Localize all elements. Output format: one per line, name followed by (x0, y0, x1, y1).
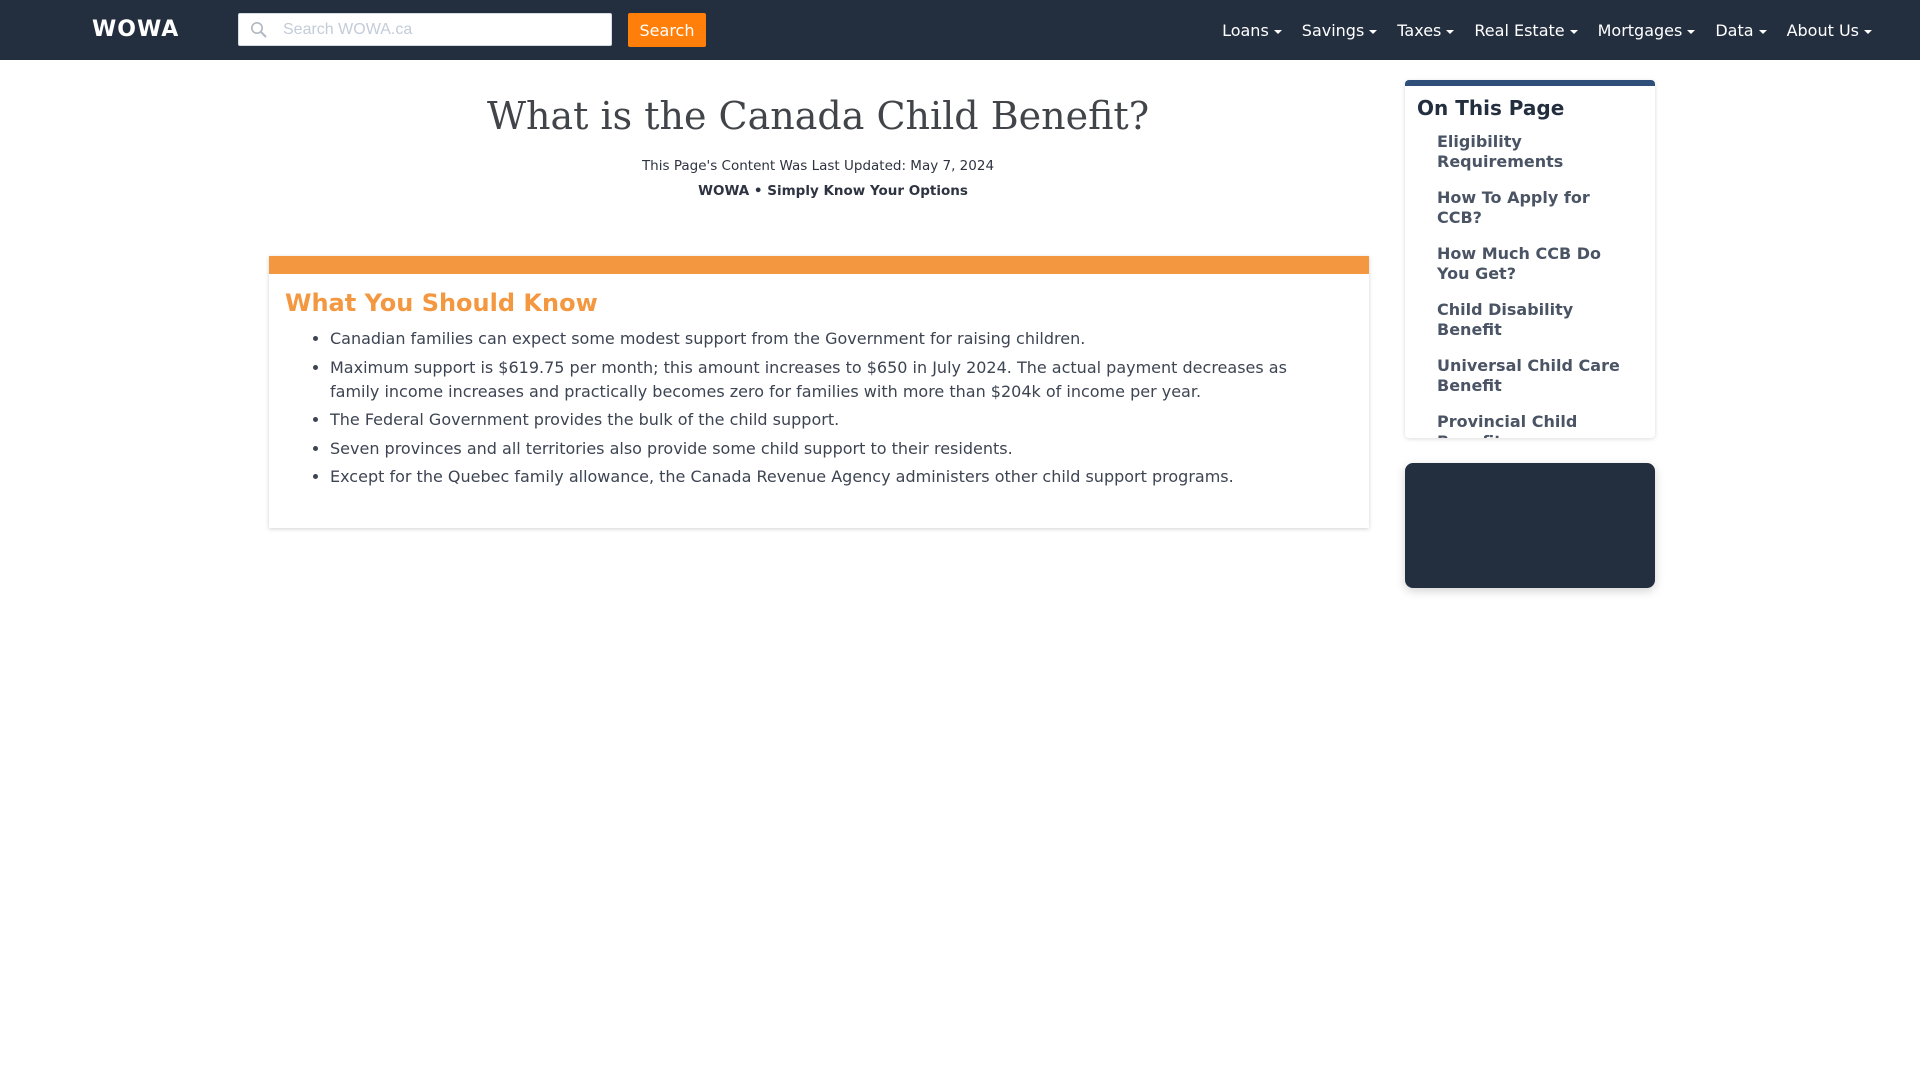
toc-item-how-much[interactable]: How Much CCB Do You Get? (1437, 244, 1635, 284)
caret-down-icon (1864, 29, 1872, 34)
toc-link[interactable]: How Much CCB Do You Get? (1437, 244, 1601, 283)
toc-link[interactable]: How To Apply for CCB? (1437, 188, 1590, 227)
toc-link[interactable]: Child Disability Benefit (1437, 300, 1573, 339)
on-this-page-sidebar: On This Page Eligibility Requirements Ho… (1405, 80, 1655, 438)
toc-item-provincial[interactable]: Provincial Child Benefits (1437, 412, 1635, 438)
nav-item-savings[interactable]: Savings (1292, 21, 1388, 40)
toc-accent-bar (1405, 80, 1655, 86)
toc-item-child-disability[interactable]: Child Disability Benefit (1437, 300, 1635, 340)
card-heading: What You Should Know (285, 289, 598, 317)
nav-item-label: Savings (1301, 20, 1365, 40)
caret-down-icon (1446, 29, 1455, 34)
nav-item-data[interactable]: Data (1705, 21, 1776, 40)
caret-down-icon (1687, 29, 1696, 34)
caret-down-icon (1569, 29, 1578, 34)
key-points-list: Canadian families can expect some modest… (330, 327, 1329, 489)
nav-item-taxes[interactable]: Taxes (1387, 21, 1464, 40)
nav-item-loans[interactable]: Loans (1212, 21, 1292, 40)
nav-item-label: Real Estate (1474, 20, 1565, 40)
tagline: WOWA • Simply Know Your Options (698, 183, 968, 199)
list-item: The Federal Government provides the bulk… (330, 408, 1329, 432)
search-box (238, 13, 612, 46)
search-icon (239, 14, 279, 45)
toc-list: Eligibility Requirements How To Apply fo… (1437, 132, 1635, 438)
nav-item-label: About Us (1786, 20, 1859, 40)
card-accent-bar (269, 256, 1369, 274)
list-item: Except for the Quebec family allowance, … (330, 465, 1329, 489)
nav-item-label: Loans (1222, 20, 1269, 40)
list-item: Seven provinces and all territories also… (330, 437, 1329, 461)
toc-item-eligibility[interactable]: Eligibility Requirements (1437, 132, 1635, 172)
toc-title: On This Page (1417, 96, 1565, 120)
list-item: Canadian families can expect some modest… (330, 327, 1329, 351)
nav-item-label: Data (1715, 20, 1754, 40)
page-title: What is the Canada Child Benefit? (486, 94, 1150, 138)
caret-down-icon (1273, 29, 1282, 34)
list-item: Maximum support is $619.75 per month; th… (330, 356, 1329, 404)
nav-item-label: Taxes (1397, 20, 1442, 40)
promo-panel (1405, 463, 1655, 588)
main-menu: Loans Savings Taxes Real Estate Mortgage… (1212, 0, 1882, 60)
what-you-should-know-card: What You Should Know Canadian families c… (269, 256, 1369, 528)
caret-down-icon (1369, 29, 1378, 34)
toc-link[interactable]: Universal Child Care Benefit (1437, 356, 1620, 395)
top-navbar: WOWA Search Loans Savings Taxes Real Est… (0, 0, 1920, 60)
nav-item-real-estate[interactable]: Real Estate (1464, 21, 1587, 40)
caret-down-icon (1758, 29, 1767, 34)
nav-item-about-us[interactable]: About Us (1777, 21, 1882, 40)
last-updated-text: This Page's Content Was Last Updated: Ma… (641, 158, 995, 174)
search-button[interactable]: Search (628, 13, 706, 47)
search-input[interactable] (279, 14, 611, 45)
site-logo[interactable]: WOWA (92, 15, 179, 45)
toc-item-universal-child-care[interactable]: Universal Child Care Benefit (1437, 356, 1635, 396)
toc-link[interactable]: Eligibility Requirements (1437, 132, 1563, 171)
toc-link[interactable]: Provincial Child Benefits (1437, 412, 1577, 438)
nav-item-label: Mortgages (1597, 20, 1683, 40)
toc-item-how-to-apply[interactable]: How To Apply for CCB? (1437, 188, 1635, 228)
nav-item-mortgages[interactable]: Mortgages (1588, 21, 1706, 40)
